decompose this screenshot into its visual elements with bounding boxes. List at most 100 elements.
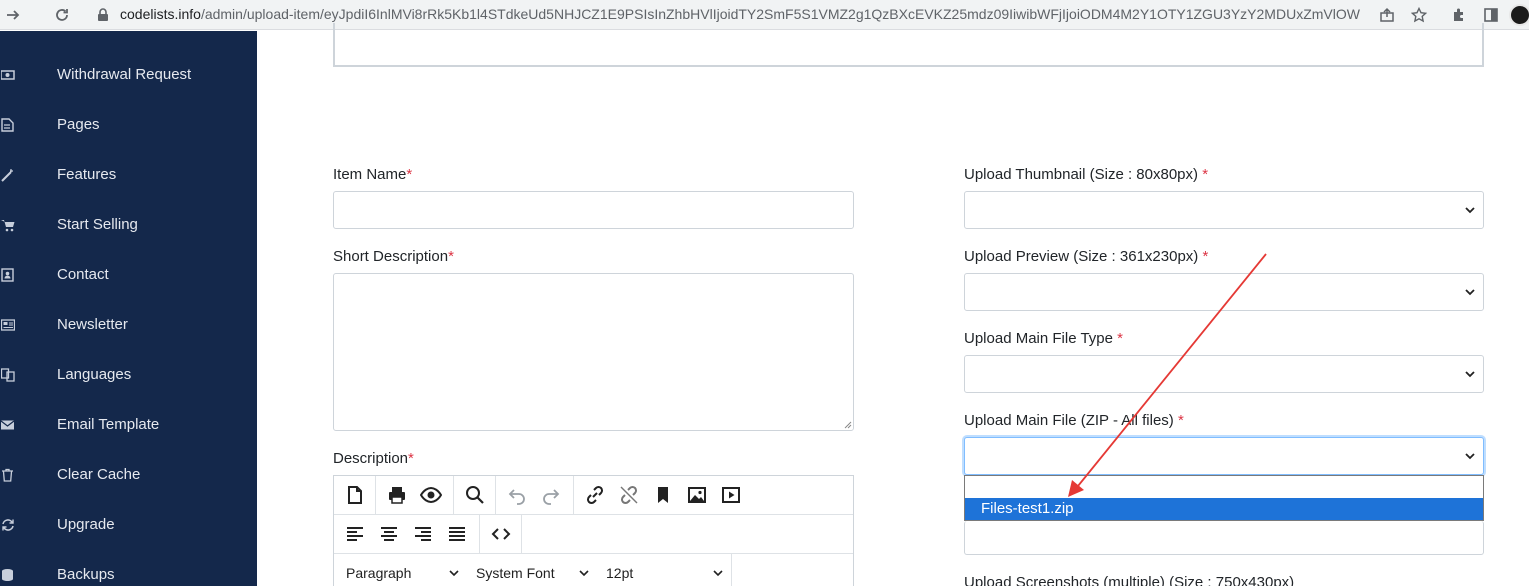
unlink-icon[interactable]	[618, 484, 640, 506]
sidebar-item-label: Pages	[57, 116, 100, 133]
required-mark: *	[406, 166, 413, 183]
sidebar-item-label: Clear Cache	[57, 466, 141, 483]
toolbar-group-insert	[574, 476, 853, 514]
preview-eye-icon[interactable]	[420, 484, 442, 506]
short-description-textarea[interactable]	[333, 273, 854, 431]
toolbar-group-history	[496, 476, 574, 514]
short-description-label: Short Description*	[333, 248, 454, 265]
sidebar-item-clear-cache[interactable]: Clear Cache	[0, 455, 257, 495]
cart-icon	[1, 220, 15, 232]
sidebar-item-start-selling[interactable]: Start Selling	[0, 205, 257, 245]
upload-main-file-type-label: Upload Main File Type *	[964, 330, 1123, 347]
sidebar-item-label: Email Template	[57, 416, 160, 433]
new-document-icon[interactable]	[344, 484, 366, 506]
align-right-icon[interactable]	[412, 523, 434, 545]
contact-book-icon	[1, 268, 14, 282]
chevron-down-icon	[1465, 371, 1475, 378]
format-select-value: Paragraph	[346, 565, 412, 581]
sidebar-item-backups[interactable]: Backups	[0, 555, 257, 586]
media-icon[interactable]	[720, 484, 742, 506]
sidebar-item-newsletter[interactable]: Newsletter	[0, 305, 257, 345]
previous-field-box[interactable]	[333, 23, 1484, 67]
redo-icon[interactable]	[540, 484, 562, 506]
image-icon[interactable]	[686, 484, 708, 506]
upload-preview-label: Upload Preview (Size : 361x230px) *	[964, 248, 1209, 265]
page-root: codelists.info/admin/upload-item/eyJpdiI…	[0, 0, 1529, 586]
sync-icon	[2, 519, 14, 531]
sidebar-item-label: Withdrawal Request	[57, 66, 192, 83]
resize-grip-icon[interactable]	[843, 420, 852, 429]
upload-thumbnail-select[interactable]	[964, 191, 1484, 229]
sidebar-item-pages[interactable]: Pages	[0, 105, 257, 145]
magic-icon	[1, 169, 13, 182]
format-select[interactable]: Paragraph	[334, 554, 464, 586]
chevron-down-icon	[579, 570, 589, 577]
sidebar-item-label: Features	[57, 166, 117, 183]
toolbar-group-align	[334, 515, 480, 553]
chevron-down-icon	[1465, 453, 1475, 460]
chevron-down-icon	[449, 570, 459, 577]
sidebar-item-contact[interactable]: Contact	[0, 255, 257, 295]
align-center-icon[interactable]	[378, 523, 400, 545]
chevron-down-icon	[1465, 289, 1475, 296]
chevron-down-icon	[713, 570, 723, 577]
sidebar-item-label: Upgrade	[57, 516, 115, 533]
upload-main-file-type-select[interactable]	[964, 355, 1484, 393]
language-icon	[1, 368, 15, 382]
sidebar-item-email-template[interactable]: Email Template	[0, 405, 257, 445]
forward-icon[interactable]	[2, 4, 24, 26]
sidebar-item-languages[interactable]: Languages	[0, 355, 257, 395]
sidebar-item-features[interactable]: Features	[0, 155, 257, 195]
font-size-select[interactable]: 12pt	[594, 554, 732, 586]
trash-icon	[2, 468, 13, 482]
editor-toolbar-row-1	[334, 476, 853, 515]
required-mark: *	[1202, 248, 1209, 265]
description-label: Description*	[333, 450, 414, 467]
search-icon[interactable]	[464, 484, 486, 506]
hidden-field-under-dropdown[interactable]	[964, 521, 1484, 555]
sidebar-item-withdrawal-request[interactable]: Withdrawal Request	[0, 55, 257, 95]
upload-screenshots-label: Upload Screenshots (multiple) (Size : 75…	[964, 574, 1295, 586]
chevron-down-icon	[1465, 207, 1475, 214]
align-left-icon[interactable]	[344, 523, 366, 545]
envelope-icon	[1, 420, 15, 430]
undo-icon[interactable]	[506, 484, 528, 506]
required-mark: *	[1202, 166, 1209, 183]
required-mark: *	[448, 248, 454, 265]
sidebar: Withdrawal Request Pages Features Start …	[0, 31, 257, 586]
toolbar-group-view	[376, 476, 454, 514]
source-code-icon[interactable]	[490, 523, 512, 545]
profile-avatar[interactable]	[1509, 4, 1529, 26]
url-host: codelists.info	[120, 6, 201, 22]
sidebar-item-label: Backups	[57, 566, 115, 583]
required-mark: *	[1117, 330, 1123, 347]
backup-icon	[2, 569, 13, 581]
item-name-input[interactable]	[333, 191, 854, 229]
editor-toolbar-row-3: Paragraph System Font 12pt	[334, 554, 853, 586]
lock-icon[interactable]	[92, 4, 114, 26]
font-family-select[interactable]: System Font	[464, 554, 594, 586]
file-icon	[1, 118, 14, 132]
font-size-select-value: 12pt	[606, 565, 634, 581]
money-icon	[1, 70, 15, 80]
sidebar-item-upgrade[interactable]: Upgrade	[0, 505, 257, 545]
main-content: Item Name* Short Description* Descriptio…	[257, 23, 1529, 586]
main-file-option[interactable]: Files-test1.zip	[965, 498, 1483, 520]
required-mark: *	[1177, 412, 1184, 429]
toolbar-group-file	[334, 476, 376, 514]
upload-preview-select[interactable]	[964, 273, 1484, 311]
toolbar-group-code	[480, 515, 522, 553]
reload-icon[interactable]	[51, 4, 73, 26]
url-text[interactable]: codelists.info/admin/upload-item/eyJpdiI…	[120, 6, 1360, 22]
main-file-dropdown-list: Files-test1.zip	[964, 475, 1484, 521]
print-icon[interactable]	[386, 484, 408, 506]
item-name-label: Item Name*	[333, 166, 413, 183]
sidebar-item-label: Contact	[57, 266, 109, 283]
bookmark-icon[interactable]	[652, 484, 674, 506]
link-icon[interactable]	[584, 484, 606, 506]
upload-main-file-select[interactable]	[964, 437, 1484, 475]
newspaper-icon	[1, 319, 15, 331]
font-family-select-value: System Font	[476, 565, 555, 581]
sidebar-item-label: Newsletter	[57, 316, 128, 333]
align-justify-icon[interactable]	[446, 523, 468, 545]
